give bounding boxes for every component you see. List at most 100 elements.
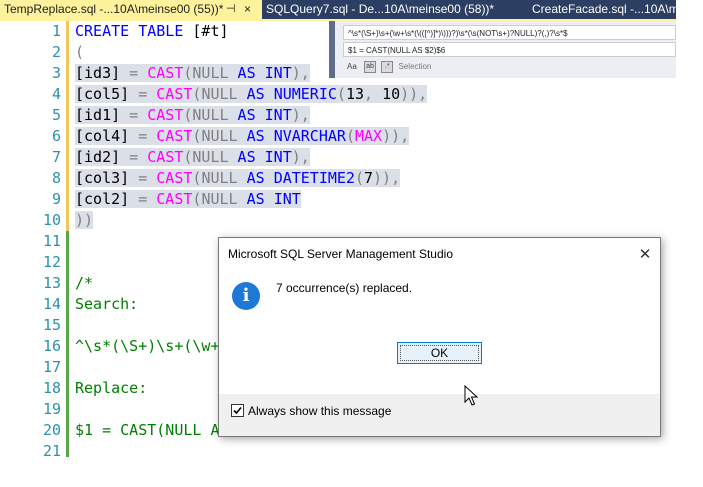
keyword: AS bbox=[228, 64, 265, 82]
data-type: INT bbox=[264, 148, 292, 166]
operator: = bbox=[129, 169, 157, 187]
identifier: [col5] bbox=[75, 85, 130, 103]
tab-label: SQLQuery7.sql - De...10A\meinse00 (58))* bbox=[266, 2, 495, 16]
code-line: )) bbox=[75, 210, 94, 231]
line-number: 21 bbox=[42, 442, 61, 457]
code-line: [col4] = CAST(NULL AS NVARCHAR(MAX)), bbox=[75, 126, 410, 147]
window-edge bbox=[676, 0, 703, 487]
line-number: 15 bbox=[42, 316, 61, 334]
code-line: [col3] = CAST(NULL AS DATETIME2(7)), bbox=[75, 168, 401, 189]
line-number: 9 bbox=[51, 190, 61, 208]
tab-createfacade[interactable]: CreateFacade.sql -...10A\meinse00 (5 bbox=[530, 0, 690, 19]
identifier: [id2] bbox=[75, 148, 121, 166]
data-type: NUMERIC bbox=[273, 85, 337, 103]
always-show-checkbox[interactable] bbox=[231, 404, 244, 417]
tab-sqlquery7[interactable]: SQLQuery7.sql - De...10A\meinse00 (58))* bbox=[264, 0, 524, 19]
code-line: Search: bbox=[75, 295, 139, 313]
pin-icon[interactable]: ⊣ bbox=[226, 0, 236, 19]
close-tab-icon[interactable]: × bbox=[244, 0, 251, 19]
line-number: 14 bbox=[42, 295, 61, 313]
keyword: AS bbox=[228, 148, 265, 166]
code-line: [id2] = CAST(NULL AS INT), bbox=[75, 147, 310, 168]
null-literal: NULL bbox=[201, 85, 238, 103]
keyword: AS bbox=[237, 190, 274, 208]
scope-selection[interactable]: Selection bbox=[399, 62, 432, 71]
keyword: AS bbox=[237, 169, 274, 187]
change-tracking-bar-unsaved bbox=[66, 21, 69, 231]
paren: ), bbox=[291, 106, 310, 124]
dialog-title: Microsoft SQL Server Management Studio bbox=[228, 247, 453, 261]
data-type: DATETIME2 bbox=[273, 169, 355, 187]
code-line: [id3] = CAST(NULL AS INT), bbox=[75, 63, 310, 84]
keyword: CREATE bbox=[75, 22, 130, 40]
line-number: 6 bbox=[51, 127, 61, 145]
null-literal: NULL bbox=[192, 106, 229, 124]
dialog-body: i 7 occurrence(s) replaced. bbox=[219, 270, 660, 394]
editor-bottom-area bbox=[0, 457, 703, 487]
line-number: 18 bbox=[42, 379, 61, 397]
paren: ( bbox=[336, 85, 346, 103]
find-replace-widget: ^\s*(\S+)\s+(\w+\s*(\(([^)]*)\)))?)\s*(\… bbox=[329, 21, 676, 78]
line-number: 8 bbox=[51, 169, 61, 187]
regex-toggle[interactable]: .* bbox=[381, 61, 394, 73]
tab-label: CreateFacade.sql -...10A\meinse00 (5 bbox=[532, 2, 690, 16]
code-line: [col2] = CAST(NULL AS INT bbox=[75, 189, 301, 210]
match-case-toggle[interactable]: Aa bbox=[347, 62, 357, 71]
code-line: Replace: bbox=[75, 379, 148, 397]
dialog-message: 7 occurrence(s) replaced. bbox=[276, 281, 413, 295]
keyword: TABLE bbox=[138, 22, 184, 40]
line-number: 3 bbox=[51, 64, 61, 82]
identifier: [id3] bbox=[75, 64, 121, 82]
keyword: AS bbox=[237, 127, 274, 145]
line-number: 5 bbox=[51, 106, 61, 124]
paren: ), bbox=[291, 148, 310, 166]
code-line: CREATE TABLE [#t] bbox=[75, 21, 229, 42]
tab-label: TempReplace.sql -...10A\meinse00 (55))* bbox=[4, 2, 224, 16]
find-options: Aa ab .* Selection bbox=[347, 61, 436, 73]
mouse-cursor-icon bbox=[464, 385, 479, 406]
focus-rect bbox=[400, 345, 479, 361]
null-literal: NULL bbox=[201, 127, 238, 145]
closing-parens: )) bbox=[75, 211, 94, 229]
function: CAST bbox=[147, 106, 184, 124]
number: 13 bbox=[345, 85, 364, 103]
close-icon[interactable]: ✕ bbox=[630, 238, 660, 270]
operator: = bbox=[129, 190, 157, 208]
match-whole-word-toggle[interactable]: ab bbox=[364, 61, 377, 73]
function: CAST bbox=[156, 169, 193, 187]
code-line: /* bbox=[75, 274, 94, 292]
null-literal: NULL bbox=[201, 190, 238, 208]
dialog-title-bar[interactable]: Microsoft SQL Server Management Studio ✕ bbox=[219, 238, 660, 270]
data-type: INT bbox=[273, 190, 301, 208]
line-number: 7 bbox=[51, 148, 61, 166]
checkbox-label: Always show this message bbox=[248, 404, 392, 418]
null-literal: NULL bbox=[192, 64, 229, 82]
paren: ( bbox=[354, 169, 364, 187]
line-number: 17 bbox=[42, 358, 61, 376]
identifier: [col2] bbox=[75, 190, 130, 208]
ok-button[interactable]: OK bbox=[397, 342, 482, 364]
replace-input[interactable]: $1 = CAST(NULL AS $2)$6 bbox=[343, 42, 676, 57]
keyword: AS bbox=[228, 106, 265, 124]
comma: , bbox=[364, 85, 383, 103]
line-number: 12 bbox=[42, 253, 61, 271]
code-line: ^\s*(\S+)\s+(\w+ bbox=[75, 337, 220, 355]
always-show-checkbox-row[interactable]: Always show this message bbox=[231, 404, 391, 418]
code-line: [id1] = CAST(NULL AS INT), bbox=[75, 105, 310, 126]
line-number: 16 bbox=[42, 337, 61, 355]
search-input[interactable]: ^\s*(\S+)\s+(\w+\s*(\(([^)]*)\)))?)\s*(\… bbox=[343, 25, 676, 40]
max-keyword: MAX bbox=[354, 127, 383, 145]
operator: = bbox=[129, 127, 157, 145]
function: CAST bbox=[147, 148, 184, 166]
line-number: 13 bbox=[42, 274, 61, 292]
code-line: $1 = CAST(NULL A bbox=[75, 421, 220, 439]
tab-tempreplace[interactable]: TempReplace.sql -...10A\meinse00 (55))* … bbox=[0, 0, 262, 19]
message-dialog: Microsoft SQL Server Management Studio ✕… bbox=[218, 237, 661, 437]
identifier: [col3] bbox=[75, 169, 130, 187]
function: CAST bbox=[147, 64, 184, 82]
code-line: ( bbox=[75, 43, 85, 61]
paren: )), bbox=[382, 127, 410, 145]
line-number: 2 bbox=[51, 43, 61, 61]
identifier: [col4] bbox=[75, 127, 130, 145]
